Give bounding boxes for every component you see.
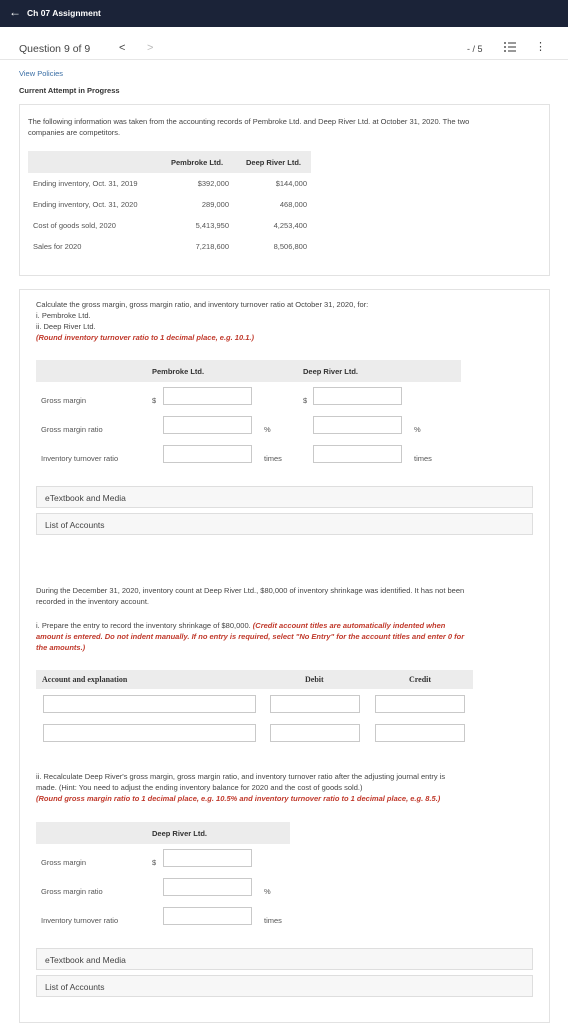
part3-line-1: ii. Recalculate Deep River's gross margi… — [36, 772, 446, 781]
part3-line-2: made. (Hint: You need to adjust the endi… — [36, 783, 363, 792]
more-options-icon[interactable]: ⋮ — [535, 41, 546, 53]
part2-instruction-text: i. Prepare the entry to record the inven… — [36, 621, 251, 630]
data-row-value-a: 5,413,950 — [195, 221, 229, 230]
dollar-sign: $ — [152, 396, 157, 405]
etextbook-accordion[interactable]: eTextbook and Media — [36, 948, 533, 970]
list-of-accounts-accordion[interactable]: List of Accounts — [36, 975, 533, 997]
score: - / 5 — [467, 44, 483, 54]
journal-debit-input-1[interactable] — [270, 695, 360, 713]
part2-note-2: amount is entered. Do not indent manuall… — [36, 632, 465, 641]
part1-header-deep-river: Deep River Ltd. — [303, 367, 359, 376]
percent-unit: % — [414, 425, 421, 434]
divider — [0, 59, 568, 60]
journal-header-account: Account and explanation — [42, 675, 128, 684]
data-row-value-a: $392,000 — [197, 179, 229, 188]
question-number: Question 9 of 9 — [19, 43, 91, 55]
part2-instructions: i. Prepare the entry to record the inven… — [36, 620, 541, 653]
question-parts-panel: Calculate the gross margin, gross margin… — [19, 289, 550, 1023]
data-row-value-b: 4,253,400 — [273, 221, 307, 230]
top-bar: ← Ch 07 Assignment — [0, 0, 568, 27]
pembroke-inventory-turnover-input[interactable] — [163, 445, 252, 463]
journal-account-input-1[interactable] — [43, 695, 256, 713]
data-row-value-a: 7,218,600 — [195, 242, 229, 251]
part3-header-deep-river: Deep River Ltd. — [152, 829, 208, 838]
times-unit: times — [264, 454, 282, 463]
part3-text: ii. Recalculate Deep River's gross margi… — [36, 771, 541, 804]
journal-account-input-2[interactable] — [43, 724, 256, 742]
arrow-left-icon[interactable]: ← — [9, 6, 21, 18]
revised-inventory-turnover-input[interactable] — [163, 907, 252, 925]
journal-header-credit: Credit — [409, 675, 432, 684]
question-list-icon[interactable] — [503, 40, 517, 54]
part1-header-pembroke: Pembroke Ltd. — [152, 367, 205, 376]
data-row-label: Sales for 2020 — [33, 242, 82, 251]
times-unit: times — [264, 916, 282, 925]
row-label-gross-margin: Gross margin — [41, 396, 87, 405]
deep-river-gross-margin-input[interactable] — [313, 387, 402, 405]
row-label-inventory-turnover: Inventory turnover ratio — [41, 916, 119, 925]
data-row-value-b: 8,506,800 — [273, 242, 307, 251]
part1-table-header — [36, 360, 461, 382]
data-header-deep-river: Deep River Ltd. — [246, 158, 302, 167]
intro-line-2: companies are competitors. — [28, 128, 121, 137]
part1-prompt: Calculate the gross margin, gross margin… — [36, 300, 369, 309]
journal-header-debit: Debit — [305, 675, 324, 684]
part2-line-2: recorded in the inventory account. — [36, 597, 149, 606]
revised-gross-margin-ratio-input[interactable] — [163, 878, 252, 896]
part1-item-i: i. Pembroke Ltd. — [36, 311, 91, 320]
times-unit: times — [414, 454, 432, 463]
part2-note-1: (Credit account titles are automatically… — [250, 621, 446, 630]
data-row-value-a: 289,000 — [201, 200, 229, 209]
attempt-status: Current Attempt in Progress — [19, 86, 120, 95]
data-row-label: Ending inventory, Oct. 31, 2019 — [33, 179, 138, 188]
deep-river-gross-margin-ratio-input[interactable] — [313, 416, 402, 434]
view-policies-link[interactable]: View Policies — [19, 69, 63, 78]
journal-credit-input-2[interactable] — [375, 724, 465, 742]
previous-question-button[interactable]: < — [119, 42, 125, 54]
revised-gross-margin-input[interactable] — [163, 849, 252, 867]
part2-text: During the December 31, 2020, inventory … — [36, 585, 541, 607]
data-row-label: Ending inventory, Oct. 31, 2020 — [33, 200, 138, 209]
data-header-pembroke: Pembroke Ltd. — [171, 158, 224, 167]
part3-note: (Round gross margin ratio to 1 decimal p… — [36, 794, 441, 803]
row-label-gross-margin: Gross margin — [41, 858, 87, 867]
percent-unit: % — [264, 425, 271, 434]
part2-line-1: During the December 31, 2020, inventory … — [36, 586, 465, 595]
row-label-gross-margin-ratio: Gross margin ratio — [41, 887, 103, 896]
question-info-panel: The following information was taken from… — [19, 104, 550, 276]
dollar-sign: $ — [152, 858, 157, 867]
etextbook-accordion[interactable]: eTextbook and Media — [36, 486, 533, 508]
journal-debit-input-2[interactable] — [270, 724, 360, 742]
journal-credit-input-1[interactable] — [375, 695, 465, 713]
intro-text: The following information was taken from… — [28, 116, 543, 138]
row-label-gross-margin-ratio: Gross margin ratio — [41, 425, 103, 434]
data-row-label: Cost of goods sold, 2020 — [33, 221, 116, 230]
pembroke-gross-margin-ratio-input[interactable] — [163, 416, 252, 434]
next-question-button[interactable]: > — [147, 42, 153, 54]
row-label-inventory-turnover: Inventory turnover ratio — [41, 454, 119, 463]
part1-text: Calculate the gross margin, gross margin… — [36, 299, 541, 343]
dollar-sign: $ — [303, 396, 308, 405]
part1-item-ii: ii. Deep River Ltd. — [36, 322, 96, 331]
data-row-value-b: $144,000 — [275, 179, 307, 188]
percent-unit: % — [264, 887, 271, 896]
intro-line-1: The following information was taken from… — [28, 117, 470, 126]
part1-note: (Round inventory turnover ratio to 1 dec… — [36, 333, 254, 342]
part2-note-3: the amounts.) — [36, 643, 86, 652]
assignment-title: Ch 07 Assignment — [27, 8, 101, 18]
deep-river-inventory-turnover-input[interactable] — [313, 445, 402, 463]
pembroke-gross-margin-input[interactable] — [163, 387, 252, 405]
list-of-accounts-accordion[interactable]: List of Accounts — [36, 513, 533, 535]
data-row-value-b: 468,000 — [279, 200, 307, 209]
